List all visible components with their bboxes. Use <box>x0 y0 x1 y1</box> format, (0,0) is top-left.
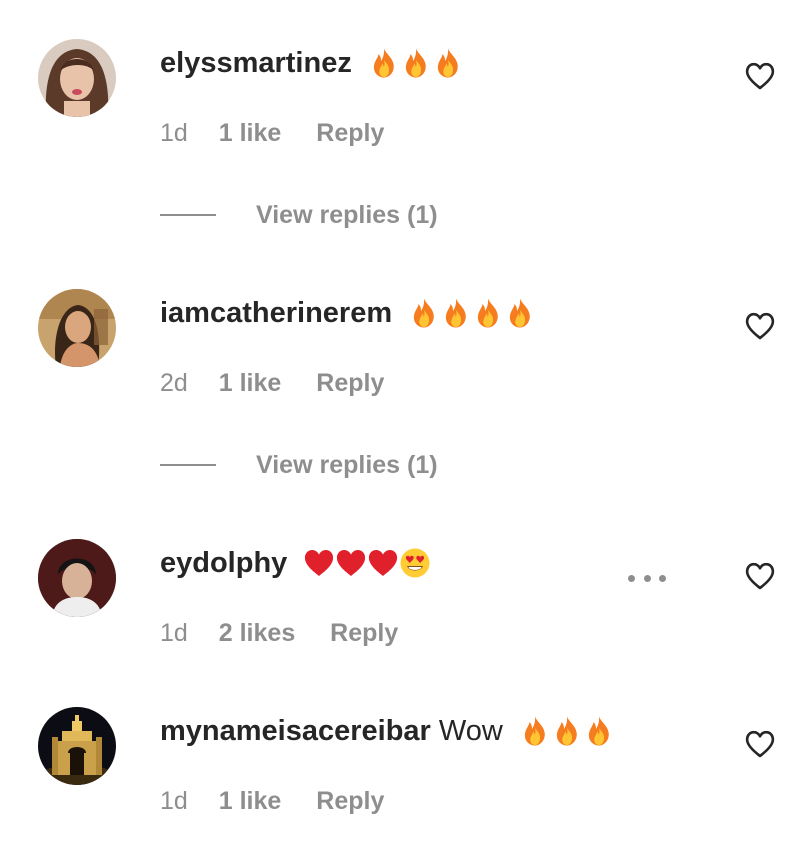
reply-button[interactable]: Reply <box>330 619 398 647</box>
like-count[interactable]: 1 like <box>219 119 282 147</box>
reply-button[interactable]: Reply <box>316 787 384 815</box>
heart-outline-icon[interactable] <box>745 730 775 758</box>
fire-emoji-icon <box>400 47 432 79</box>
comment-item: eydolphy 1d 2 likes Reply <box>0 500 800 670</box>
fire-emoji-icon <box>472 297 504 329</box>
like-count[interactable]: 2 likes <box>219 619 295 647</box>
username[interactable]: eydolphy <box>160 547 287 579</box>
replies-divider <box>160 214 216 216</box>
avatar[interactable] <box>38 707 116 785</box>
avatar[interactable] <box>38 289 116 367</box>
comment-time: 2d <box>160 369 188 397</box>
view-replies-button[interactable]: View replies (1) <box>160 200 438 230</box>
heart-outline-icon[interactable] <box>745 62 775 90</box>
comment-body: eydolphy <box>160 545 431 582</box>
comment-time: 1d <box>160 119 188 147</box>
view-replies-label[interactable]: View replies (1) <box>256 201 438 230</box>
comment-meta: 1d 1 like Reply <box>160 786 412 816</box>
red-heart-emoji-icon <box>335 547 367 579</box>
fire-emoji-icon <box>583 715 615 747</box>
comment-time: 1d <box>160 787 188 815</box>
comment-item: mynameisacereibar Wow 1d 1 like Reply <box>0 668 800 868</box>
username[interactable]: iamcatherinerem <box>160 297 392 329</box>
fire-emoji-icon <box>368 47 400 79</box>
fire-emoji-icon <box>551 715 583 747</box>
red-heart-emoji-icon <box>367 547 399 579</box>
like-count[interactable]: 1 like <box>219 369 282 397</box>
replies-divider <box>160 464 216 466</box>
emoji-group <box>519 711 615 747</box>
comment-time: 1d <box>160 619 188 647</box>
red-heart-emoji-icon <box>303 547 335 579</box>
comment-meta: 1d 1 like Reply <box>160 118 412 148</box>
heart-outline-icon[interactable] <box>745 562 775 590</box>
more-options-icon[interactable] <box>628 573 666 583</box>
emoji-group <box>303 543 431 579</box>
comment-body: mynameisacereibar Wow <box>160 713 615 750</box>
username[interactable]: elyssmartinez <box>160 47 352 79</box>
fire-emoji-icon <box>504 297 536 329</box>
fire-emoji-icon <box>432 47 464 79</box>
comment-item: elyssmartinez 1d 1 like Reply View repli… <box>0 0 800 250</box>
fire-emoji-icon <box>408 297 440 329</box>
comment-meta: 2d 1 like Reply <box>160 368 412 398</box>
comment-body: iamcatherinerem <box>160 295 536 332</box>
view-replies-button[interactable]: View replies (1) <box>160 450 438 480</box>
fire-emoji-icon <box>440 297 472 329</box>
view-replies-label[interactable]: View replies (1) <box>256 451 438 480</box>
reply-button[interactable]: Reply <box>316 119 384 147</box>
comment-body: elyssmartinez <box>160 45 464 82</box>
username[interactable]: mynameisacereibar <box>160 715 431 747</box>
avatar[interactable] <box>38 39 116 117</box>
like-count[interactable]: 1 like <box>219 787 282 815</box>
avatar[interactable] <box>38 539 116 617</box>
heart-outline-icon[interactable] <box>745 312 775 340</box>
emoji-group <box>368 43 464 79</box>
comment-text: Wow <box>438 715 503 747</box>
fire-emoji-icon <box>519 715 551 747</box>
emoji-group <box>408 293 536 329</box>
comment-item: iamcatherinerem 2d 1 like Reply View rep… <box>0 250 800 500</box>
reply-button[interactable]: Reply <box>316 369 384 397</box>
heart-eyes-emoji-icon <box>399 547 431 579</box>
comment-meta: 1d 2 likes Reply <box>160 618 426 648</box>
